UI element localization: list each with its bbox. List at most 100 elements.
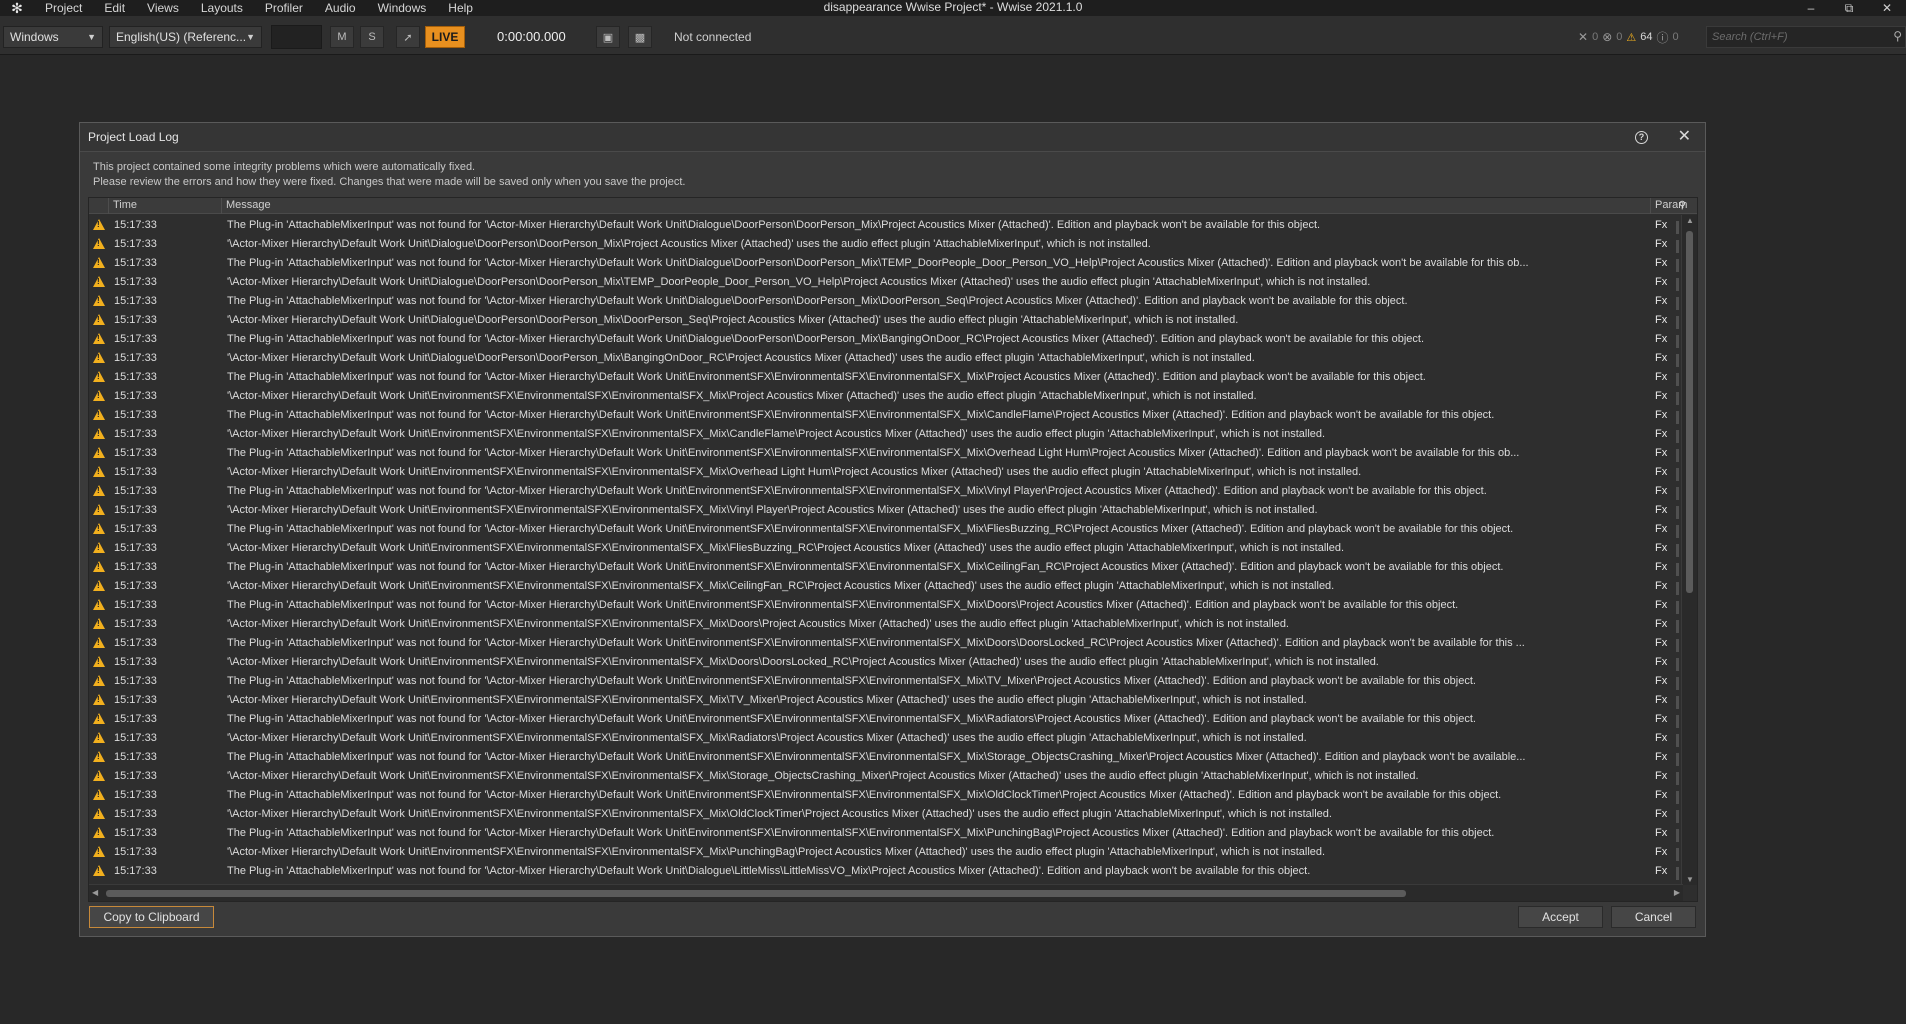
close-window-icon[interactable]: ✕ — [1868, 0, 1906, 16]
row-fx-param[interactable]: Fx — [1651, 523, 1679, 538]
table-row[interactable]: 15:17:33 The Plug-in 'AttachableMixerInpu… — [89, 633, 1679, 652]
table-row[interactable]: 15:17:33 The Plug-in 'AttachableMixerInpu… — [89, 253, 1679, 272]
table-row[interactable]: 15:17:33 '\Actor-Mixer Hierarchy\Default … — [89, 272, 1679, 291]
row-fx-param[interactable]: Fx — [1651, 542, 1679, 557]
table-row[interactable]: 15:17:33 The Plug-in 'AttachableMixerInpu… — [89, 329, 1679, 348]
cancel-button[interactable]: Cancel — [1611, 906, 1696, 928]
search-input[interactable] — [1707, 27, 1877, 47]
scroll-right-icon[interactable]: ▶ — [1674, 888, 1680, 897]
table-row[interactable]: 15:17:33 '\Actor-Mixer Hierarchy\Default … — [89, 690, 1679, 709]
live-button[interactable]: LIVE — [425, 26, 465, 48]
row-fx-param[interactable]: Fx — [1651, 827, 1679, 842]
row-fx-param[interactable]: Fx — [1651, 428, 1679, 443]
language-select[interactable]: English(US) (Referenc... ▼ — [109, 26, 262, 48]
row-fx-param[interactable]: Fx — [1651, 276, 1679, 291]
row-fx-param[interactable]: Fx — [1651, 314, 1679, 329]
info-icon[interactable]: ⓘ — [1657, 29, 1669, 46]
row-fx-param[interactable]: Fx — [1651, 504, 1679, 519]
table-row[interactable]: 15:17:33 The Plug-in 'AttachableMixerInpu… — [89, 861, 1679, 880]
row-fx-param[interactable]: Fx — [1651, 295, 1679, 310]
search-field[interactable]: ⚲ — [1706, 26, 1906, 48]
row-fx-param[interactable]: Fx — [1651, 637, 1679, 652]
table-row[interactable]: 15:17:33 The Plug-in 'AttachableMixerInpu… — [89, 709, 1679, 728]
table-row[interactable]: 15:17:33 '\Actor-Mixer Hierarchy\Default … — [89, 728, 1679, 747]
column-header-message[interactable]: Message — [222, 198, 1651, 214]
column-header-icon[interactable] — [89, 198, 109, 214]
graph-icon[interactable]: ➚ — [396, 26, 420, 48]
table-row[interactable]: 15:17:33 The Plug-in 'AttachableMixerInpu… — [89, 367, 1679, 386]
minimize-icon[interactable]: – — [1792, 0, 1830, 16]
horizontal-scroll-thumb[interactable] — [106, 890, 1406, 897]
row-fx-param[interactable]: Fx — [1651, 808, 1679, 823]
scroll-up-icon[interactable]: ▲ — [1686, 216, 1694, 225]
accept-button[interactable]: Accept — [1518, 906, 1603, 928]
table-row[interactable]: 15:17:33 The Plug-in 'AttachableMixerInpu… — [89, 519, 1679, 538]
table-row[interactable]: 15:17:33 The Plug-in 'AttachableMixerInpu… — [89, 443, 1679, 462]
row-fx-param[interactable]: Fx — [1651, 371, 1679, 386]
table-row[interactable]: 15:17:33 The Plug-in 'AttachableMixerInpu… — [89, 595, 1679, 614]
row-fx-param[interactable]: Fx — [1651, 732, 1679, 747]
table-row[interactable]: 15:17:33 '\Actor-Mixer Hierarchy\Default … — [89, 386, 1679, 405]
copy-to-clipboard-button[interactable]: Copy to Clipboard — [89, 906, 214, 928]
search-icon[interactable]: ⚲ — [1893, 29, 1902, 43]
row-fx-param[interactable]: Fx — [1651, 865, 1679, 880]
menu-item-edit[interactable]: Edit — [93, 0, 136, 16]
row-fx-param[interactable]: Fx — [1651, 789, 1679, 804]
table-row[interactable]: 15:17:33 The Plug-in 'AttachableMixerInpu… — [89, 747, 1679, 766]
clear-notifications-icon[interactable]: ✕ — [1578, 30, 1588, 44]
table-row[interactable]: 15:17:33 '\Actor-Mixer Hierarchy\Default … — [89, 652, 1679, 671]
table-row[interactable]: 15:17:33 The Plug-in 'AttachableMixerInpu… — [89, 405, 1679, 424]
table-row[interactable]: 15:17:33 The Plug-in 'AttachableMixerInpu… — [89, 291, 1679, 310]
restore-icon[interactable]: ⧉ — [1830, 0, 1868, 16]
row-fx-param[interactable]: Fx — [1651, 352, 1679, 367]
table-row[interactable]: 15:17:33 '\Actor-Mixer Hierarchy\Default … — [89, 842, 1679, 861]
column-header-time[interactable]: Time — [109, 198, 222, 214]
scroll-left-icon[interactable]: ◀ — [92, 888, 98, 897]
row-fx-param[interactable]: Fx — [1651, 561, 1679, 576]
menu-item-project[interactable]: Project — [34, 0, 93, 16]
table-row[interactable]: 15:17:33 '\Actor-Mixer Hierarchy\Default … — [89, 538, 1679, 557]
row-fx-param[interactable]: Fx — [1651, 770, 1679, 785]
fatal-error-icon[interactable]: ⊗ — [1602, 30, 1612, 44]
table-row[interactable]: 15:17:33 '\Actor-Mixer Hierarchy\Default … — [89, 424, 1679, 443]
scroll-down-icon[interactable]: ▼ — [1686, 875, 1694, 884]
row-fx-param[interactable]: Fx — [1651, 713, 1679, 728]
search-icon[interactable]: ⚲ — [1679, 198, 1686, 213]
row-fx-param[interactable]: Fx — [1651, 466, 1679, 481]
table-row[interactable]: 15:17:33 '\Actor-Mixer Hierarchy\Default … — [89, 576, 1679, 595]
table-row[interactable]: 15:17:33 The Plug-in 'AttachableMixerInpu… — [89, 671, 1679, 690]
help-icon[interactable]: ? — [1635, 131, 1648, 144]
table-row[interactable]: 15:17:33 '\Actor-Mixer Hierarchy\Default … — [89, 310, 1679, 329]
table-row[interactable]: 15:17:33 The Plug-in 'AttachableMixerInpu… — [89, 785, 1679, 804]
menu-item-windows[interactable]: Windows — [367, 0, 438, 16]
row-fx-param[interactable]: Fx — [1651, 846, 1679, 861]
remote-connect-icon[interactable]: ▣ — [596, 26, 620, 48]
row-fx-param[interactable]: Fx — [1651, 333, 1679, 348]
row-fx-param[interactable]: Fx — [1651, 219, 1679, 234]
table-row[interactable]: 15:17:33 '\Actor-Mixer Hierarchy\Default … — [89, 804, 1679, 823]
table-row[interactable]: 15:17:33 '\Actor-Mixer Hierarchy\Default … — [89, 234, 1679, 253]
row-fx-param[interactable]: Fx — [1651, 751, 1679, 766]
menu-item-profiler[interactable]: Profiler — [254, 0, 314, 16]
horizontal-scrollbar[interactable]: ◀ ▶ — [89, 884, 1683, 901]
table-row[interactable]: 15:17:33 '\Actor-Mixer Hierarchy\Default … — [89, 614, 1679, 633]
table-row[interactable]: 15:17:33 '\Actor-Mixer Hierarchy\Default … — [89, 462, 1679, 481]
profiler-icon[interactable]: ▩ — [628, 26, 652, 48]
close-icon[interactable]: ✕ — [1678, 127, 1691, 147]
table-row[interactable]: 15:17:33 The Plug-in 'AttachableMixerInpu… — [89, 557, 1679, 576]
row-fx-param[interactable]: Fx — [1651, 485, 1679, 500]
row-fx-param[interactable]: Fx — [1651, 694, 1679, 709]
row-fx-param[interactable]: Fx — [1651, 390, 1679, 405]
platform-select[interactable]: Windows ▼ — [3, 26, 103, 48]
table-row[interactable]: 15:17:33 '\Actor-Mixer Hierarchy\Default … — [89, 500, 1679, 519]
mute-button[interactable]: M — [330, 26, 354, 48]
menu-item-audio[interactable]: Audio — [314, 0, 367, 16]
table-row[interactable]: 15:17:33 The Plug-in 'AttachableMixerInpu… — [89, 215, 1679, 234]
table-row[interactable]: 15:17:33 The Plug-in 'AttachableMixerInpu… — [89, 481, 1679, 500]
menu-item-layouts[interactable]: Layouts — [190, 0, 254, 16]
row-fx-param[interactable]: Fx — [1651, 675, 1679, 690]
menu-item-views[interactable]: Views — [136, 0, 190, 16]
row-fx-param[interactable]: Fx — [1651, 656, 1679, 671]
row-fx-param[interactable]: Fx — [1651, 580, 1679, 595]
row-fx-param[interactable]: Fx — [1651, 618, 1679, 633]
